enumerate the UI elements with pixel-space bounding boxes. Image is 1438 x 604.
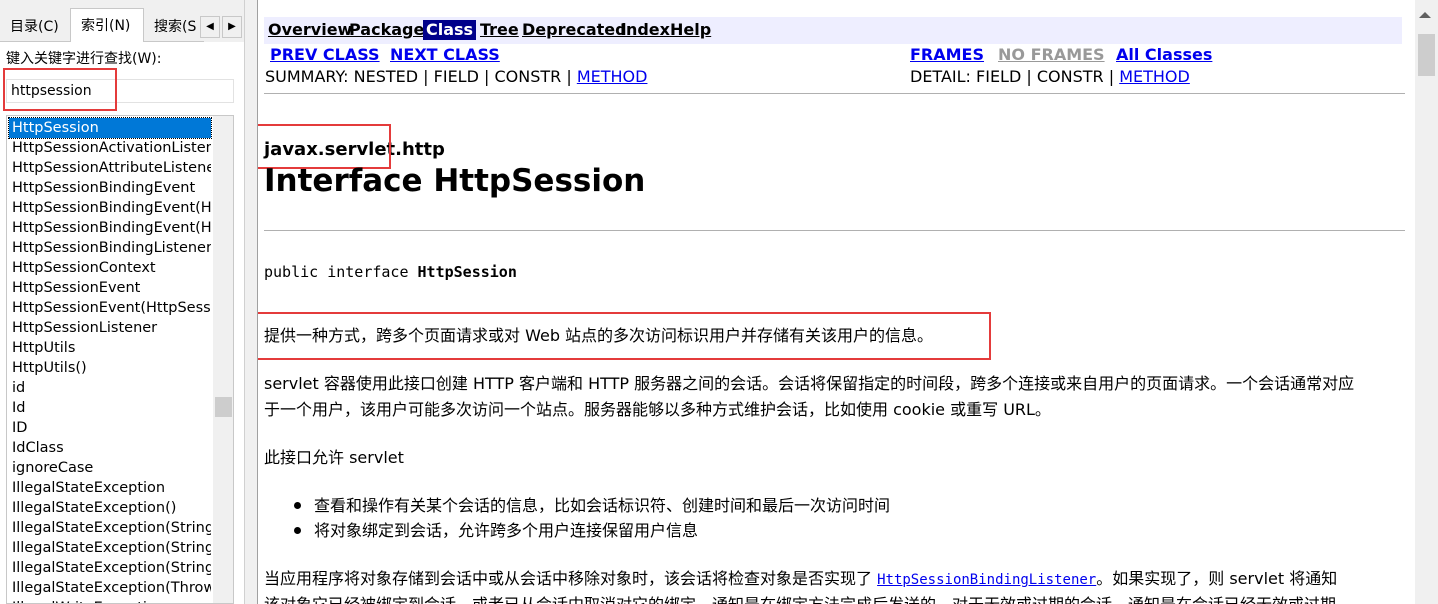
index-list-item[interactable]: Id — [9, 398, 211, 418]
summary-row: SUMMARY: NESTED | FIELD | CONSTR | METHO… — [265, 67, 647, 86]
nav-help-link[interactable]: Help — [670, 20, 711, 39]
index-list[interactable]: HttpSession HttpSessionActivationListener… — [6, 115, 234, 604]
tab-index[interactable]: 索引(N) — [70, 8, 144, 43]
bullet-list: 查看和操作有关某个会话的信息，比如会话标识符、创建时间和最后一次访问时间 将对象… — [294, 493, 890, 543]
nav-package-link[interactable]: Package — [349, 20, 424, 39]
tab-contents[interactable]: 目录(C) — [0, 12, 70, 42]
index-list-item[interactable]: HttpSessionEvent — [9, 278, 211, 298]
index-list-item[interactable]: IllegalStateException(String — [9, 538, 211, 558]
no-frames-link[interactable]: NO FRAMES — [998, 45, 1105, 64]
index-list-item[interactable]: HttpSessionBindingEvent — [9, 178, 211, 198]
paragraph-line: 于一个用户，该用户可能多次访问一个站点。服务器能够以多种方式维护会话，比如使用 … — [264, 400, 1051, 419]
index-list-item[interactable]: HttpSessionBindingEvent(HttpSession — [9, 198, 211, 218]
index-list-item[interactable]: HttpSessionEvent(HttpSession — [9, 298, 211, 318]
index-tab-panel: 键入关键字进行查找(W): HttpSessionHttpSessionActi… — [0, 42, 244, 604]
paragraph-text: 当应用程序将对象存储到会话中或从会话中移除对象时，该会话将检查对象是否实现了 — [264, 569, 878, 588]
signature-keywords: public interface — [264, 263, 418, 281]
list-item: 将对象绑定到会话，允许跨多个用户连接保留用户信息 — [294, 518, 890, 543]
keyword-label: 键入关键字进行查找(W): — [6, 51, 162, 67]
index-list-item[interactable]: HttpSessionBindingListener — [9, 238, 211, 258]
interface-signature: public interface HttpSession — [264, 263, 517, 281]
index-list-item[interactable]: id — [9, 378, 211, 398]
next-class-link[interactable]: NEXT CLASS — [390, 45, 500, 64]
index-list-item[interactable]: HttpSession — [8, 117, 212, 139]
highlight-box — [258, 312, 991, 360]
binding-listener-link[interactable]: HttpSessionBindingListener — [877, 572, 1096, 588]
divider — [264, 93, 1405, 94]
divider — [264, 230, 1405, 231]
nav-overview-link[interactable]: Overview — [268, 20, 352, 39]
list-scrollbar[interactable] — [213, 116, 233, 603]
index-list-item[interactable]: HttpUtils() — [9, 358, 211, 378]
index-list-item[interactable]: IdClass — [9, 438, 211, 458]
paragraph: 此接口允许 servlet — [264, 448, 404, 467]
keyword-input[interactable] — [6, 79, 234, 103]
index-list-item[interactable]: HttpSessionContext — [9, 258, 211, 278]
signature-name: HttpSession — [417, 263, 517, 281]
page-title: Interface HttpSession — [264, 163, 646, 199]
index-list-item[interactable]: HttpUtils — [9, 338, 211, 358]
index-list-item[interactable]: ID — [9, 418, 211, 438]
index-list-item[interactable]: IllegalWriteException — [9, 598, 211, 603]
list-item: 查看和操作有关某个会话的信息，比如会话标识符、创建时间和最后一次访问时间 — [294, 493, 890, 518]
paragraph-line: 该对象它已经被绑定到会话，或者已从会话中取消对它的绑定。通知是在绑定方法完成后发… — [264, 591, 1336, 604]
index-list-item[interactable]: ignoreCase — [9, 458, 211, 478]
nav-class-current: Class — [423, 20, 477, 40]
tab-scroll-left-icon[interactable]: ◀ — [200, 16, 220, 38]
paragraph-line: 当应用程序将对象存储到会话中或从会话中移除对象时，该会话将检查对象是否实现了 H… — [264, 565, 1337, 594]
document-scrollbar-thumb[interactable] — [1418, 34, 1435, 76]
list-scrollbar-thumb[interactable] — [215, 397, 232, 417]
pane-splitter[interactable] — [244, 0, 258, 604]
nav-index-link[interactable]: Index — [620, 20, 670, 39]
detail-row: DETAIL: FIELD | CONSTR | METHOD — [910, 67, 1190, 86]
tab-search[interactable]: 搜索(S — [144, 12, 204, 42]
scroll-up-arrow-icon[interactable] — [1419, 12, 1431, 18]
document-pane: Overview Package Class Tree Deprecated I… — [258, 0, 1415, 604]
nav-tree-link[interactable]: Tree — [480, 20, 519, 39]
summary-method-link[interactable]: METHOD — [577, 67, 648, 86]
index-list-item[interactable]: IllegalStateException — [9, 478, 211, 498]
detail-text: DETAIL: FIELD | CONSTR | — [910, 67, 1120, 86]
index-list-item[interactable]: IllegalStateException(String — [9, 518, 211, 538]
tab-scroll-right-icon[interactable]: ▶ — [222, 16, 242, 38]
index-list-item[interactable]: HttpSessionActivationListener — [9, 138, 211, 158]
index-list-item[interactable]: HttpSessionAttributeListener — [9, 158, 211, 178]
top-navbar: Overview Package Class Tree Deprecated I… — [264, 17, 1402, 44]
frames-link[interactable]: FRAMES — [910, 45, 984, 64]
tab-strip: 目录(C) 索引(N) 搜索(S ◀ ▶ — [0, 8, 244, 43]
index-list-item[interactable]: IllegalStateException() — [9, 498, 211, 518]
document-scrollbar[interactable] — [1415, 0, 1438, 604]
all-classes-link[interactable]: All Classes — [1116, 45, 1212, 64]
paragraph-text: 。如果实现了，则 servlet 将通知 — [1096, 569, 1338, 588]
index-list-item[interactable]: HttpSessionBindingEvent(HttpSession — [9, 218, 211, 238]
index-list-item[interactable]: HttpSessionListener — [9, 318, 211, 338]
index-pane: 目录(C) 索引(N) 搜索(S ◀ ▶ 键入关键字进行查找(W): HttpS… — [0, 0, 244, 604]
nav-deprecated-link[interactable]: Deprecated — [522, 20, 627, 39]
prev-class-link[interactable]: PREV CLASS — [270, 45, 380, 64]
paragraph-line: servlet 容器使用此接口创建 HTTP 客户端和 HTTP 服务器之间的会… — [264, 374, 1355, 393]
detail-method-link[interactable]: METHOD — [1119, 67, 1190, 86]
summary-text: SUMMARY: NESTED | FIELD | CONSTR | — [265, 67, 577, 86]
index-list-item[interactable]: IllegalStateException(String — [9, 558, 211, 578]
index-list-item[interactable]: IllegalStateException(Throwable — [9, 578, 211, 598]
